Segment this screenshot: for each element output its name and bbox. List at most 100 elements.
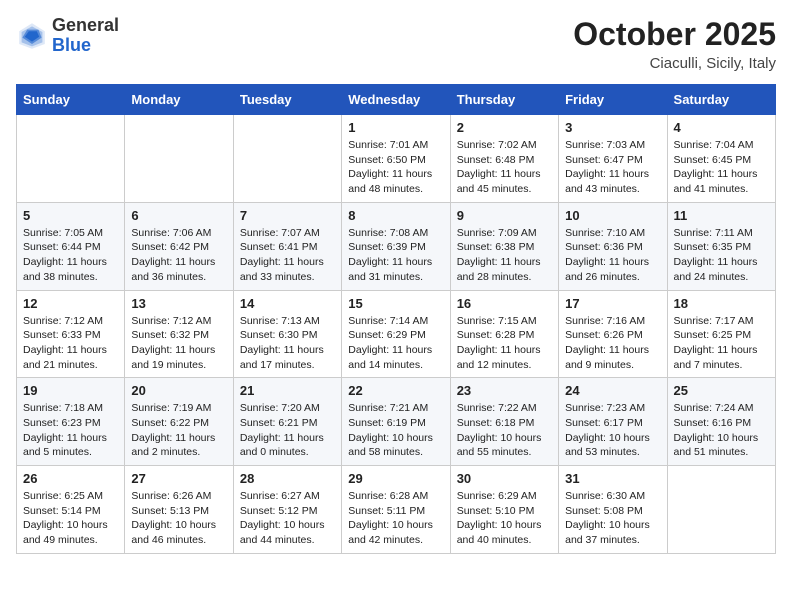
day-info: Sunrise: 7:03 AM Sunset: 6:47 PM Dayligh… xyxy=(565,138,660,197)
day-number: 4 xyxy=(674,120,769,135)
day-cell: 4 Sunrise: 7:04 AM Sunset: 6:45 PM Daylig… xyxy=(667,115,775,203)
day-cell: 21 Sunrise: 7:20 AM Sunset: 6:21 PM Dayli… xyxy=(233,378,341,466)
day-number: 24 xyxy=(565,383,660,398)
day-cell: 8 Sunrise: 7:08 AM Sunset: 6:39 PM Daylig… xyxy=(342,202,450,290)
day-number: 2 xyxy=(457,120,552,135)
weekday-header-thursday: Thursday xyxy=(450,85,558,115)
day-number: 11 xyxy=(674,208,769,223)
day-number: 12 xyxy=(23,296,118,311)
calendar: SundayMondayTuesdayWednesdayThursdayFrid… xyxy=(16,84,776,554)
day-number: 14 xyxy=(240,296,335,311)
weekday-header-sunday: Sunday xyxy=(17,85,125,115)
day-info: Sunrise: 7:24 AM Sunset: 6:16 PM Dayligh… xyxy=(674,401,769,460)
day-cell: 3 Sunrise: 7:03 AM Sunset: 6:47 PM Daylig… xyxy=(559,115,667,203)
day-info: Sunrise: 6:27 AM Sunset: 5:12 PM Dayligh… xyxy=(240,489,335,548)
day-cell: 11 Sunrise: 7:11 AM Sunset: 6:35 PM Dayli… xyxy=(667,202,775,290)
day-info: Sunrise: 7:01 AM Sunset: 6:50 PM Dayligh… xyxy=(348,138,443,197)
day-number: 26 xyxy=(23,471,118,486)
day-cell: 2 Sunrise: 7:02 AM Sunset: 6:48 PM Daylig… xyxy=(450,115,558,203)
day-info: Sunrise: 7:14 AM Sunset: 6:29 PM Dayligh… xyxy=(348,314,443,373)
day-number: 31 xyxy=(565,471,660,486)
day-info: Sunrise: 7:19 AM Sunset: 6:22 PM Dayligh… xyxy=(131,401,226,460)
logo: General Blue xyxy=(16,16,119,56)
weekday-header-monday: Monday xyxy=(125,85,233,115)
day-cell: 20 Sunrise: 7:19 AM Sunset: 6:22 PM Dayli… xyxy=(125,378,233,466)
day-cell xyxy=(667,466,775,554)
day-info: Sunrise: 7:12 AM Sunset: 6:33 PM Dayligh… xyxy=(23,314,118,373)
day-info: Sunrise: 6:25 AM Sunset: 5:14 PM Dayligh… xyxy=(23,489,118,548)
day-cell: 12 Sunrise: 7:12 AM Sunset: 6:33 PM Dayli… xyxy=(17,290,125,378)
day-cell: 27 Sunrise: 6:26 AM Sunset: 5:13 PM Dayli… xyxy=(125,466,233,554)
day-cell: 28 Sunrise: 6:27 AM Sunset: 5:12 PM Dayli… xyxy=(233,466,341,554)
weekday-header-wednesday: Wednesday xyxy=(342,85,450,115)
day-number: 7 xyxy=(240,208,335,223)
day-number: 29 xyxy=(348,471,443,486)
day-cell: 29 Sunrise: 6:28 AM Sunset: 5:11 PM Dayli… xyxy=(342,466,450,554)
day-cell: 5 Sunrise: 7:05 AM Sunset: 6:44 PM Daylig… xyxy=(17,202,125,290)
day-number: 6 xyxy=(131,208,226,223)
day-cell: 17Sunrise: 7:16 AM Sunset: 6:26 PM Dayli… xyxy=(559,290,667,378)
day-cell: 6 Sunrise: 7:06 AM Sunset: 6:42 PM Daylig… xyxy=(125,202,233,290)
day-cell: 10Sunrise: 7:10 AM Sunset: 6:36 PM Dayli… xyxy=(559,202,667,290)
day-info: Sunrise: 6:28 AM Sunset: 5:11 PM Dayligh… xyxy=(348,489,443,548)
day-number: 22 xyxy=(348,383,443,398)
day-info: Sunrise: 7:23 AM Sunset: 6:17 PM Dayligh… xyxy=(565,401,660,460)
day-cell: 24 Sunrise: 7:23 AM Sunset: 6:17 PM Dayli… xyxy=(559,378,667,466)
month-title: October 2025 xyxy=(573,16,776,53)
day-cell: 1 Sunrise: 7:01 AM Sunset: 6:50 PM Daylig… xyxy=(342,115,450,203)
week-row-5: 26 Sunrise: 6:25 AM Sunset: 5:14 PM Dayli… xyxy=(17,466,776,554)
logo-text: General Blue xyxy=(52,16,119,56)
day-info: Sunrise: 7:11 AM Sunset: 6:35 PM Dayligh… xyxy=(674,226,769,285)
day-number: 15 xyxy=(348,296,443,311)
day-number: 3 xyxy=(565,120,660,135)
weekday-header-tuesday: Tuesday xyxy=(233,85,341,115)
title-block: October 2025 Ciaculli, Sicily, Italy xyxy=(573,16,776,72)
day-number: 8 xyxy=(348,208,443,223)
day-number: 27 xyxy=(131,471,226,486)
day-info: Sunrise: 7:16 AM Sunset: 6:26 PM Dayligh… xyxy=(565,314,660,373)
day-info: Sunrise: 7:18 AM Sunset: 6:23 PM Dayligh… xyxy=(23,401,118,460)
day-number: 10 xyxy=(565,208,660,223)
day-info: Sunrise: 7:07 AM Sunset: 6:41 PM Dayligh… xyxy=(240,226,335,285)
day-info: Sunrise: 7:17 AM Sunset: 6:25 PM Dayligh… xyxy=(674,314,769,373)
day-cell: 14Sunrise: 7:13 AM Sunset: 6:30 PM Dayli… xyxy=(233,290,341,378)
day-number: 1 xyxy=(348,120,443,135)
day-info: Sunrise: 7:08 AM Sunset: 6:39 PM Dayligh… xyxy=(348,226,443,285)
day-info: Sunrise: 7:02 AM Sunset: 6:48 PM Dayligh… xyxy=(457,138,552,197)
day-info: Sunrise: 7:06 AM Sunset: 6:42 PM Dayligh… xyxy=(131,226,226,285)
day-info: Sunrise: 7:04 AM Sunset: 6:45 PM Dayligh… xyxy=(674,138,769,197)
day-info: Sunrise: 7:20 AM Sunset: 6:21 PM Dayligh… xyxy=(240,401,335,460)
day-cell: 22 Sunrise: 7:21 AM Sunset: 6:19 PM Dayli… xyxy=(342,378,450,466)
day-number: 21 xyxy=(240,383,335,398)
day-info: Sunrise: 7:21 AM Sunset: 6:19 PM Dayligh… xyxy=(348,401,443,460)
day-info: Sunrise: 7:05 AM Sunset: 6:44 PM Dayligh… xyxy=(23,226,118,285)
day-info: Sunrise: 6:26 AM Sunset: 5:13 PM Dayligh… xyxy=(131,489,226,548)
day-cell: 31Sunrise: 6:30 AM Sunset: 5:08 PM Dayli… xyxy=(559,466,667,554)
day-info: Sunrise: 6:29 AM Sunset: 5:10 PM Dayligh… xyxy=(457,489,552,548)
day-number: 20 xyxy=(131,383,226,398)
day-number: 25 xyxy=(674,383,769,398)
weekday-header-friday: Friday xyxy=(559,85,667,115)
day-cell: 19 Sunrise: 7:18 AM Sunset: 6:23 PM Dayli… xyxy=(17,378,125,466)
day-info: Sunrise: 7:22 AM Sunset: 6:18 PM Dayligh… xyxy=(457,401,552,460)
logo-icon xyxy=(16,20,48,52)
week-row-1: 1 Sunrise: 7:01 AM Sunset: 6:50 PM Daylig… xyxy=(17,115,776,203)
day-number: 23 xyxy=(457,383,552,398)
day-number: 28 xyxy=(240,471,335,486)
day-cell: 26 Sunrise: 6:25 AM Sunset: 5:14 PM Dayli… xyxy=(17,466,125,554)
day-number: 19 xyxy=(23,383,118,398)
day-number: 16 xyxy=(457,296,552,311)
day-info: Sunrise: 7:15 AM Sunset: 6:28 PM Dayligh… xyxy=(457,314,552,373)
day-info: Sunrise: 7:12 AM Sunset: 6:32 PM Dayligh… xyxy=(131,314,226,373)
day-number: 18 xyxy=(674,296,769,311)
day-cell xyxy=(17,115,125,203)
day-number: 5 xyxy=(23,208,118,223)
location: Ciaculli, Sicily, Italy xyxy=(573,55,776,72)
day-cell: 16 Sunrise: 7:15 AM Sunset: 6:28 PM Dayli… xyxy=(450,290,558,378)
day-info: Sunrise: 7:09 AM Sunset: 6:38 PM Dayligh… xyxy=(457,226,552,285)
day-cell xyxy=(233,115,341,203)
page-header: General Blue October 2025 Ciaculli, Sici… xyxy=(16,16,776,72)
day-cell: 13Sunrise: 7:12 AM Sunset: 6:32 PM Dayli… xyxy=(125,290,233,378)
day-cell: 7 Sunrise: 7:07 AM Sunset: 6:41 PM Daylig… xyxy=(233,202,341,290)
weekday-header-row: SundayMondayTuesdayWednesdayThursdayFrid… xyxy=(17,85,776,115)
